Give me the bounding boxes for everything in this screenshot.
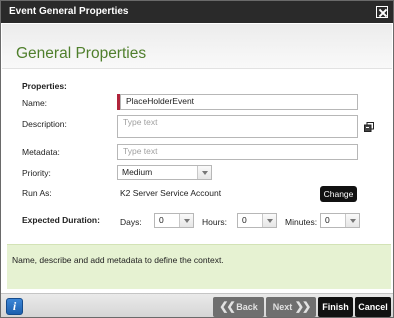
title-bar: Event General Properties [1,1,393,23]
cancel-button[interactable]: Cancel [355,297,391,317]
priority-select[interactable]: Medium [117,165,212,180]
back-button[interactable]: ❮❮ Back [213,297,264,317]
hours-label: Hours: [202,217,228,227]
hours-value: 0 [242,215,247,225]
days-label: Days: [120,217,142,227]
name-field[interactable]: PlaceHolderEvent [120,94,358,110]
chevron-down-icon [179,214,193,227]
chevron-down-icon [345,214,359,227]
info-panel: Name, describe and add metadata to defin… [7,244,391,289]
days-value: 0 [159,215,164,225]
window-title: Event General Properties [9,6,129,17]
chevron-down-icon [262,214,276,227]
next-label: Next [272,302,293,312]
chevron-down-icon [197,166,211,179]
priority-value: Medium [122,167,153,177]
metadata-label: Metadata: [22,147,60,157]
chevron-left-icon: ❮❮ [219,301,236,313]
run-as-label: Run As: [22,188,52,198]
footer-bar: i ❮❮ Back Next ❯❯ Finish Cancel [1,293,393,317]
page-title: General Properties [16,45,147,62]
expected-duration-label: Expected Duration: [22,215,100,225]
minutes-value: 0 [325,215,330,225]
header-band: General Properties [2,24,392,69]
chevron-right-icon: ❯❯ [294,301,312,313]
close-icon[interactable] [376,6,388,18]
name-label: Name: [22,98,48,108]
description-field[interactable]: Type text [117,115,358,138]
minutes-select[interactable]: 0 [320,213,360,228]
change-button[interactable]: Change [320,186,357,202]
back-label: Back [236,302,258,312]
info-text: Name, describe and add metadata to defin… [12,255,224,265]
info-icon[interactable]: i [6,298,23,315]
metadata-field[interactable]: Type text [117,144,358,160]
dialog-window: Event General Properties General Propert… [0,0,394,318]
properties-heading: Properties: [22,81,67,91]
minutes-label: Minutes: [285,217,318,227]
description-label: Description: [22,119,67,129]
finish-button[interactable]: Finish [318,297,353,317]
days-select[interactable]: 0 [154,213,194,228]
run-as-value: K2 Server Service Account [120,188,222,198]
next-button[interactable]: Next ❯❯ [266,297,316,317]
hours-select[interactable]: 0 [237,213,277,228]
expand-editor-icon[interactable] [364,122,374,132]
priority-label: Priority: [22,168,51,178]
